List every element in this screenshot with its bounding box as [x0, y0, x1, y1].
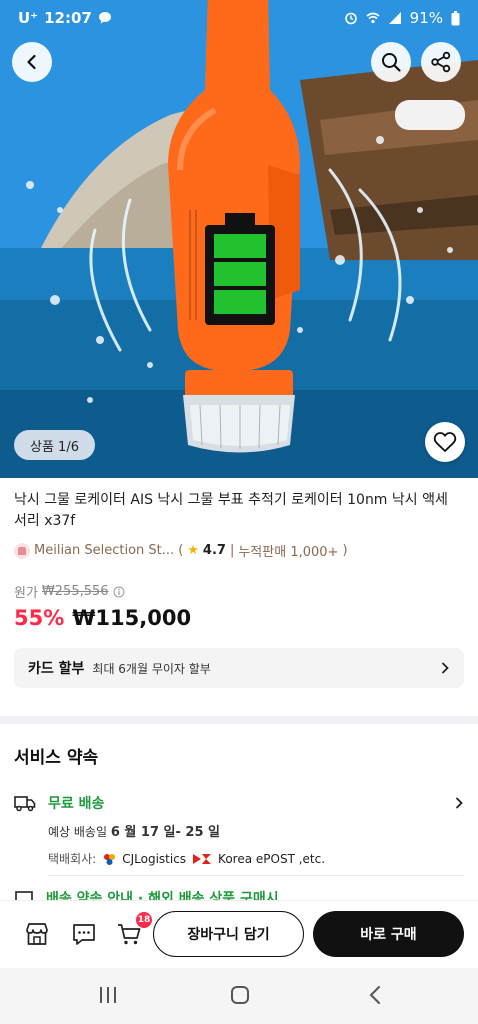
paren-close: ) — [342, 543, 348, 558]
sale-price: ₩115,000 — [72, 606, 192, 630]
free-shipping-label: 무료 배송 — [48, 796, 105, 812]
carrier-cj: CJLogistics — [122, 851, 187, 866]
original-price: ₩255,556 — [41, 584, 109, 599]
heart-icon — [433, 432, 457, 452]
system-back-icon[interactable] — [365, 984, 387, 1006]
store-logo-icon — [14, 542, 30, 559]
bottom-action-bar: 18 장바구니 담기 바로 구매 — [0, 900, 478, 968]
chat-icon[interactable] — [71, 921, 97, 947]
row-separator — [48, 875, 464, 876]
battery-percent: 91% — [409, 9, 443, 27]
recent-apps-icon[interactable] — [97, 984, 119, 1006]
shipping-info[interactable]: 무료 배송 예상 배송일 6 월 17 일- 25 일 택배회사: CJLogi… — [14, 793, 464, 867]
back-button[interactable] — [12, 42, 52, 82]
delivery-estimate: 예상 배송일 6 월 17 일- 25 일 — [48, 821, 464, 840]
status-bar: U⁺ 12:07 91% — [0, 0, 478, 36]
search-icon — [382, 53, 401, 72]
card-installment-desc: 최대 6개월 무이자 할부 — [92, 661, 211, 676]
cart-count-badge: 18 — [136, 912, 152, 928]
delivery-dates: 6 월 17 일- 25 일 — [110, 825, 220, 840]
product-image-carousel[interactable]: U⁺ 12:07 91% 상품 1/6 — [0, 0, 478, 478]
carrier-row: 택배회사: CJLogistics Korea ePOST ,etc. — [48, 850, 464, 867]
back-arrow-icon — [27, 54, 36, 70]
cj-logistics-logo-icon — [104, 853, 116, 865]
alarm-icon — [344, 12, 357, 25]
card-installment-label: 카드 할부 — [28, 661, 85, 677]
carrier-label: U⁺ — [18, 9, 39, 27]
wishlist-button[interactable] — [425, 422, 465, 462]
carrier-korea-post: Korea ePOST ,etc. — [218, 851, 326, 866]
image-counter: 상품 1/6 — [14, 430, 95, 460]
service-promise-heading: 서비스 약속 — [14, 748, 99, 768]
paren-open: ( — [178, 543, 184, 558]
product-title: 낙시 그물 로케이터 AIS 낙시 그물 부표 추적기 로케이터 10nm 낙시… — [14, 492, 448, 529]
carrier-label: 택배회사: — [48, 852, 97, 866]
info-icon[interactable] — [113, 586, 125, 598]
chevron-right-icon — [442, 662, 449, 674]
discount-rate: 55% — [14, 606, 65, 630]
price-row: 55% ₩115,000 — [14, 606, 191, 630]
share-icon — [431, 51, 451, 73]
seller-name[interactable]: Meilian Selection St... — [34, 543, 174, 558]
home-icon[interactable] — [229, 984, 251, 1006]
wifi-icon — [366, 12, 380, 24]
original-price-row: 원가 ₩255,556 — [14, 582, 125, 601]
add-to-cart-button[interactable]: 장바구니 담기 — [153, 911, 304, 957]
section-divider — [0, 716, 478, 724]
original-price-label: 원가 — [14, 586, 38, 601]
delivery-prefix: 예상 배송일 — [48, 825, 108, 839]
system-navigation-bar — [0, 968, 478, 1024]
card-installment-banner[interactable]: 카드 할부 최대 6개월 무이자 할부 — [14, 648, 464, 688]
clock: 12:07 — [44, 9, 92, 27]
share-button[interactable] — [421, 42, 461, 82]
seller-info[interactable]: Meilian Selection St... ( ★ 4.7 | 누적판매 1… — [14, 541, 348, 560]
buy-now-button[interactable]: 바로 구매 — [313, 911, 464, 957]
rating-value: 4.7 — [202, 543, 226, 558]
chat-notification-icon — [98, 12, 111, 24]
truck-icon — [14, 796, 36, 812]
battery-icon — [451, 10, 460, 25]
sales-count: 누적판매 1,000+ — [238, 545, 339, 560]
divider-bar: | — [229, 543, 235, 558]
store-icon[interactable] — [24, 921, 50, 947]
chevron-right-icon — [456, 797, 463, 809]
signal-icon — [388, 12, 401, 24]
star-icon: ★ — [187, 543, 199, 558]
search-button[interactable] — [371, 42, 411, 82]
korea-post-logo-icon — [193, 853, 212, 864]
